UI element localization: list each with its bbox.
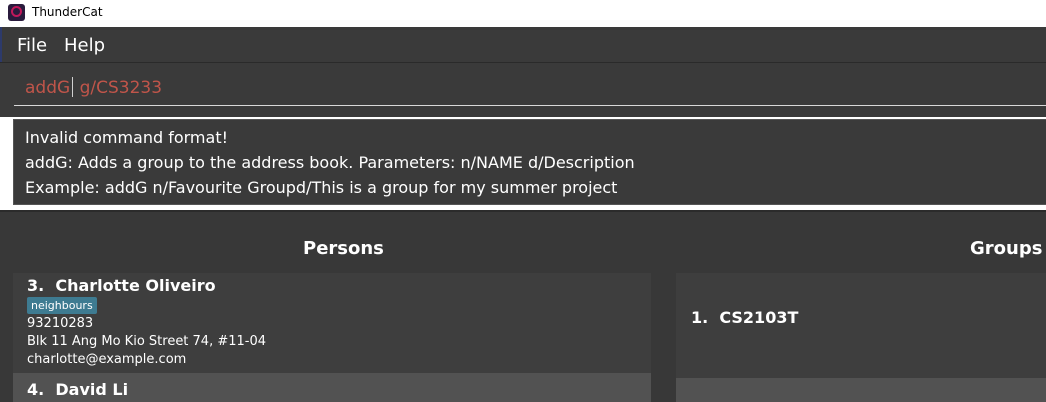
person-card[interactable]: 3. Charlotte Oliveiro neighbours 9321028… — [13, 273, 651, 373]
group-index: 1. — [691, 308, 709, 327]
group-name: 1. CS2103T — [691, 308, 798, 327]
person-address: Blk 11 Ang Mo Kio Street 74, #11-04 — [27, 334, 267, 349]
result-display: Invalid command format! addG: Adds a gro… — [13, 119, 1046, 205]
group-card-next[interactable] — [676, 378, 1046, 402]
result-line-error: Invalid command format! — [25, 128, 229, 147]
menu-bar: File Help — [0, 27, 1046, 62]
title-bar: ThunderCat — [0, 0, 1046, 27]
person-index: 3. — [27, 276, 45, 295]
group-name-text: CS2103T — [719, 308, 799, 327]
tag-badge: neighbours — [27, 297, 97, 314]
menu-help[interactable]: Help — [64, 35, 105, 56]
person-name-text: Charlotte Oliveiro — [55, 276, 216, 295]
person-phone: 93210283 — [27, 316, 94, 331]
menu-file[interactable]: File — [17, 35, 47, 56]
person-name-text: David Li — [55, 380, 129, 399]
person-email: charlotte@example.com — [27, 352, 187, 367]
person-name: 4. David Li — [27, 380, 128, 399]
groups-pane-title: Groups — [970, 238, 1043, 259]
person-card[interactable]: 4. David Li — [13, 373, 651, 402]
window-title: ThunderCat — [32, 5, 103, 19]
app-logo-icon — [8, 4, 25, 21]
command-text-after-caret: g/CS3233 — [74, 78, 163, 98]
persons-pane-title: Persons — [303, 238, 384, 259]
result-line-usage: addG: Adds a group to the address book. … — [25, 153, 635, 172]
person-index: 4. — [27, 380, 45, 399]
group-card[interactable]: 1. CS2103T — [676, 273, 1046, 378]
command-input-underline — [14, 105, 1046, 106]
command-box[interactable]: addG g/CS3233 — [0, 62, 1046, 117]
command-input[interactable]: addG g/CS3233 — [25, 77, 162, 98]
person-name: 3. Charlotte Oliveiro — [27, 276, 216, 295]
result-line-example: Example: addG n/Favourite Groupd/This is… — [25, 178, 618, 197]
command-text-before-caret: addG — [25, 78, 71, 98]
